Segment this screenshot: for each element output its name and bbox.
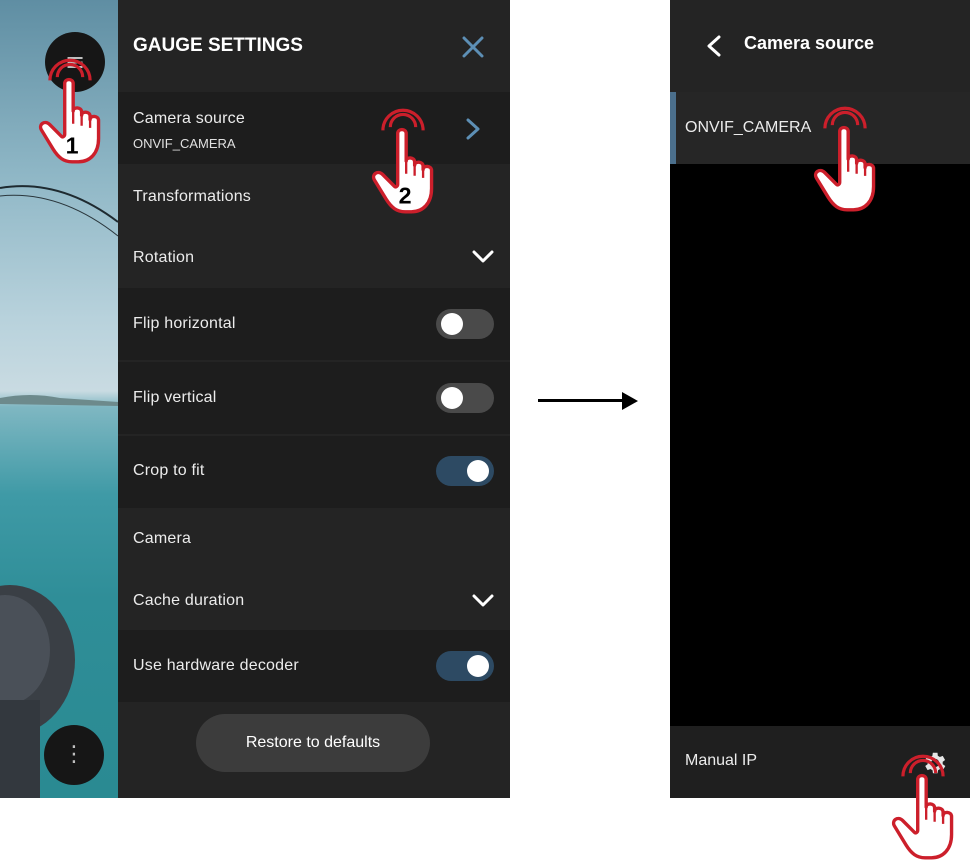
hardware-decoder-label: Use hardware decoder (133, 657, 299, 674)
panel-header: GAUGE SETTINGS (118, 0, 510, 92)
camera-source-header: Camera source (670, 0, 970, 92)
crop-to-fit-label: Crop to fit (133, 462, 205, 479)
camera-source-value: ONVIF_CAMERA (133, 136, 236, 151)
chevron-right-icon (466, 118, 480, 140)
arrow-head (622, 392, 638, 410)
section-transformations: Transformations (118, 164, 510, 228)
crop-to-fit-toggle[interactable] (436, 456, 494, 486)
tap-hand-icon (813, 106, 876, 212)
toggle-knob (467, 460, 489, 482)
tap-hand-icon: 1 (38, 58, 101, 164)
cache-duration-label: Cache duration (133, 592, 245, 609)
flip-horizontal-toggle[interactable] (436, 309, 494, 339)
camera-source-row[interactable]: Camera source ONVIF_CAMERA (118, 92, 510, 164)
toggle-knob (441, 313, 463, 335)
more-vertical-icon: ⋮ (63, 742, 85, 767)
chevron-left-icon[interactable] (707, 35, 721, 57)
flip-vertical-label: Flip vertical (133, 389, 217, 406)
flip-vertical-row: Flip vertical (118, 362, 510, 434)
section-camera-label: Camera (133, 530, 192, 547)
camera-source-label: Camera source (133, 110, 245, 127)
step-number-2: 2 (399, 182, 412, 208)
camera-source-title: Camera source (744, 33, 875, 53)
manual-ip-label: Manual IP (685, 752, 758, 769)
cache-duration-row[interactable]: Cache duration (118, 568, 510, 630)
section-camera: Camera (118, 508, 510, 568)
rotation-row[interactable]: Rotation (118, 228, 510, 288)
toggle-knob (441, 387, 463, 409)
toggle-knob (467, 655, 489, 677)
panel-title: GAUGE SETTINGS (133, 35, 303, 56)
tap-hand-icon (891, 754, 954, 860)
chevron-down-icon (472, 594, 494, 607)
section-transformations-label: Transformations (133, 188, 251, 205)
flip-vertical-toggle[interactable] (436, 383, 494, 413)
close-icon[interactable] (462, 36, 484, 58)
chevron-down-icon (472, 250, 494, 263)
more-options-button[interactable]: ⋮ (44, 725, 104, 785)
flip-horizontal-label: Flip horizontal (133, 315, 236, 332)
tap-hand-icon: 2 (371, 108, 434, 214)
camera-list-item-label: ONVIF_CAMERA (685, 119, 812, 136)
step-number-1: 1 (66, 132, 79, 158)
hardware-decoder-row: Use hardware decoder (118, 630, 510, 702)
crop-to-fit-row: Crop to fit (118, 436, 510, 508)
flip-horizontal-row: Flip horizontal (118, 288, 510, 360)
gauge-settings-panel: GAUGE SETTINGS Camera source ONVIF_CAMER… (118, 0, 510, 798)
rotation-label: Rotation (133, 249, 195, 266)
arrow-right-icon (538, 399, 626, 402)
selection-accent (670, 92, 676, 164)
hardware-decoder-toggle[interactable] (436, 651, 494, 681)
restore-defaults-button[interactable]: Restore to defaults (196, 714, 430, 772)
